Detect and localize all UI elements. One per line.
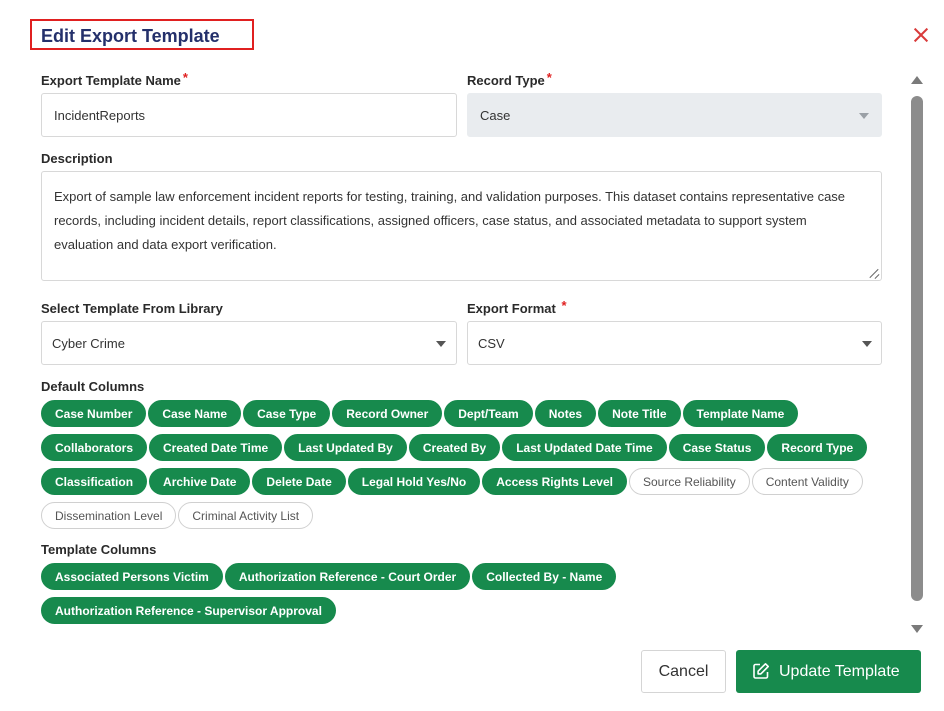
column-chip[interactable]: Content Validity: [751, 468, 863, 495]
default-columns-label: Default Columns: [41, 379, 145, 394]
template-name-input[interactable]: IncidentReports: [41, 93, 457, 137]
cancel-button[interactable]: Cancel: [641, 650, 726, 693]
chevron-down-icon: [859, 113, 869, 119]
chevron-down-icon: [436, 341, 446, 347]
column-chip[interactable]: Dissemination Level: [41, 502, 177, 529]
export-format-select[interactable]: CSV: [467, 321, 882, 365]
description-label: Description: [41, 151, 113, 166]
column-chip[interactable]: Case Name: [148, 400, 242, 427]
column-chip[interactable]: Created By: [408, 434, 501, 461]
default-columns-chips: Case Number Case Name Case Type Record Owne…: [41, 400, 886, 536]
close-icon[interactable]: [910, 24, 932, 46]
library-template-label: Select Template From Library: [41, 301, 223, 316]
library-template-select[interactable]: Cyber Crime: [41, 321, 457, 365]
column-chip[interactable]: Template Name: [682, 400, 799, 427]
template-columns-label: Template Columns: [41, 542, 157, 557]
scrollbar-thumb[interactable]: [911, 96, 923, 601]
record-type-select: Case: [467, 93, 882, 137]
scroll-up-arrow-icon[interactable]: [911, 76, 923, 84]
column-chip[interactable]: Case Type: [243, 400, 331, 427]
column-chip[interactable]: Criminal Activity List: [178, 502, 314, 529]
column-chip[interactable]: Collected By - Name: [472, 563, 617, 590]
scroll-down-arrow-icon[interactable]: [911, 625, 923, 633]
scrollbar[interactable]: [908, 72, 926, 637]
chevron-down-icon: [862, 341, 872, 347]
column-chip[interactable]: Created Date Time: [149, 434, 283, 461]
record-type-label: Record Type *: [467, 70, 552, 88]
column-chip[interactable]: Legal Hold Yes/No: [347, 468, 481, 495]
column-chip[interactable]: Associated Persons Victim: [41, 563, 223, 590]
update-template-button[interactable]: Update Template: [736, 650, 921, 693]
column-chip[interactable]: Case Status: [668, 434, 766, 461]
column-chip[interactable]: Record Type: [767, 434, 868, 461]
description-textarea[interactable]: Export of sample law enforcement inciden…: [41, 171, 882, 281]
column-chip[interactable]: Note Title: [598, 400, 681, 427]
column-chip[interactable]: Record Owner: [332, 400, 443, 427]
export-format-label: Export Format *: [467, 298, 567, 316]
column-chip[interactable]: Dept/Team: [444, 400, 533, 427]
dialog-title: Edit Export Template: [30, 19, 254, 50]
edit-icon: [753, 663, 769, 679]
column-chip[interactable]: Last Updated By: [284, 434, 407, 461]
column-chip[interactable]: Collaborators: [41, 434, 148, 461]
template-name-label: Export Template Name *: [41, 70, 188, 88]
column-chip[interactable]: Classification: [41, 468, 148, 495]
column-chip[interactable]: Last Updated Date Time: [502, 434, 667, 461]
template-columns-chips: Associated Persons Victim Authorization R…: [41, 563, 886, 631]
column-chip[interactable]: Authorization Reference - Court Order: [224, 563, 471, 590]
column-chip[interactable]: Delete Date: [252, 468, 346, 495]
column-chip[interactable]: Source Reliability: [628, 468, 750, 495]
column-chip[interactable]: Case Number: [41, 400, 147, 427]
column-chip[interactable]: Access Rights Level: [482, 468, 627, 495]
column-chip[interactable]: Authorization Reference - Supervisor App…: [41, 597, 336, 624]
column-chip[interactable]: Archive Date: [149, 468, 251, 495]
resize-handle-icon[interactable]: [869, 268, 879, 278]
column-chip[interactable]: Notes: [534, 400, 597, 427]
